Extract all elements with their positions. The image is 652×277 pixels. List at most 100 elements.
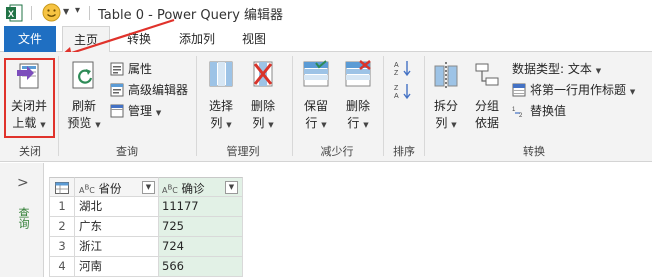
group-label-transform: 转换 — [523, 145, 545, 158]
svg-text:A: A — [394, 62, 399, 69]
split-column-button[interactable]: 拆分 列 ▼ — [428, 58, 464, 136]
row-index: 2 — [49, 217, 75, 237]
remove-rows-label-line2: 行 ▼ — [339, 115, 377, 133]
replace-values-icon: 12 — [512, 107, 523, 118]
choose-columns-icon — [209, 61, 233, 87]
row-index: 3 — [49, 237, 75, 257]
row-index: 4 — [49, 257, 75, 277]
choose-columns-button[interactable]: 选择 列 ▼ — [202, 58, 240, 136]
svg-text:Z: Z — [394, 85, 399, 92]
annotation-highlight-box — [4, 58, 55, 138]
use-first-row-icon — [512, 83, 526, 97]
split-column-label-line2: 列 ▼ — [428, 115, 464, 133]
advanced-editor-label: 高级编辑器 — [128, 83, 189, 97]
properties-label: 属性 — [128, 62, 153, 76]
choose-columns-label-text: 列 — [210, 116, 223, 130]
data-type-label: 数据类型: 文本 — [512, 62, 592, 76]
sort-descending-icon[interactable]: Z A — [393, 82, 415, 100]
column-header-label: 省份 — [98, 181, 122, 196]
tab-view[interactable]: 视图 — [232, 26, 276, 52]
split-column-label-text: 列 — [435, 116, 448, 130]
split-column-icon — [434, 62, 458, 88]
keep-rows-icon — [303, 60, 329, 87]
sort-ascending-icon[interactable]: A Z — [393, 59, 415, 77]
chevron-down-icon: ▼ — [321, 121, 327, 129]
refresh-label-text: 预览 — [67, 116, 92, 130]
svg-text:2: 2 — [519, 113, 523, 118]
tab-file[interactable]: 文件 — [4, 26, 56, 52]
remove-columns-icon — [253, 61, 273, 87]
queries-pane: > 查询 — [0, 163, 44, 277]
group-label-query: 查询 — [116, 145, 138, 158]
confirmed-cell[interactable]: 566 — [159, 257, 243, 277]
advanced-editor-icon — [110, 83, 124, 97]
group-label-manage-columns: 管理列 — [226, 145, 260, 158]
table-header-row: ABC 省份 ▼ ABC 确诊 ▼ — [49, 177, 243, 197]
group-by-label-line2: 依据 — [474, 116, 499, 130]
province-cell[interactable]: 浙江 — [75, 237, 159, 257]
keep-rows-button[interactable]: 保留 行 ▼ — [297, 58, 335, 136]
column-header-confirmed[interactable]: ABC 确诊 ▼ — [159, 177, 243, 197]
choose-columns-label-line1: 选择 — [208, 99, 233, 113]
keep-rows-label-line2: 行 ▼ — [297, 115, 335, 133]
confirmed-cell[interactable]: 724 — [159, 237, 243, 257]
table-row: 3 浙江 724 — [49, 237, 243, 257]
confirmed-cell[interactable]: 11177 — [159, 197, 243, 217]
group-divider — [383, 56, 384, 156]
toolbar-divider — [31, 6, 32, 20]
group-by-label-line1: 分组 — [474, 99, 499, 113]
group-label-reduce-rows: 减少行 — [320, 145, 354, 158]
refresh-icon — [72, 61, 94, 89]
svg-text:1: 1 — [512, 107, 516, 113]
chevron-down-icon: ▼ — [95, 121, 101, 129]
remove-rows-label-line1: 删除 — [345, 99, 370, 113]
excel-icon[interactable]: X — [6, 4, 23, 22]
group-by-icon — [475, 63, 499, 86]
group-by-button[interactable]: 分组 依据 — [468, 58, 506, 136]
chevron-down-icon: ▼ — [226, 121, 232, 129]
table-icon — [55, 182, 69, 194]
filter-dropdown-icon[interactable]: ▼ — [142, 181, 155, 194]
remove-columns-label-text: 列 — [252, 116, 265, 130]
svg-text:A: A — [394, 93, 399, 100]
use-first-row-label-text: 将第一行用作标题 — [530, 83, 627, 97]
chevron-down-icon: ▼ — [268, 121, 274, 129]
chevron-down-icon: ▼ — [155, 109, 162, 117]
remove-rows-icon — [345, 60, 371, 87]
column-header-province[interactable]: ABC 省份 ▼ — [75, 177, 159, 197]
replace-values-label: 替换值 — [530, 104, 567, 118]
properties-icon — [110, 62, 124, 76]
chevron-right-icon[interactable]: > — [17, 175, 29, 191]
split-column-label-line1: 拆分 — [433, 99, 458, 113]
ribbon-home: 关闭并 上载 ▼ 关闭 刷新 预览 ▼ 属性 高级编辑器 管理 ▼ 查询 选择 — [0, 52, 652, 162]
province-cell[interactable]: 湖北 — [75, 197, 159, 217]
column-header-label: 确诊 — [181, 181, 205, 196]
province-cell[interactable]: 河南 — [75, 257, 159, 277]
keep-rows-label-text: 行 — [305, 116, 318, 130]
refresh-preview-button[interactable]: 刷新 预览 ▼ — [63, 58, 105, 136]
group-divider — [424, 56, 425, 156]
confirmed-cell[interactable]: 725 — [159, 217, 243, 237]
table-row: 2 广东 725 — [49, 217, 243, 237]
remove-columns-label-line2: 列 ▼ — [244, 115, 282, 133]
table-menu-cell[interactable] — [49, 177, 75, 197]
filter-dropdown-icon[interactable]: ▼ — [225, 181, 238, 194]
group-divider — [58, 56, 59, 156]
chevron-down-icon: ▼ — [595, 67, 602, 75]
data-type-dropdown[interactable]: 数据类型: 文本 ▼ — [512, 60, 601, 78]
text-type-icon: ABC — [162, 183, 178, 195]
remove-rows-button[interactable]: 删除 行 ▼ — [339, 58, 377, 136]
queries-pane-label[interactable]: 查询 — [15, 207, 31, 229]
chevron-down-icon: ▼ — [363, 121, 369, 129]
remove-columns-label-line1: 删除 — [250, 99, 275, 113]
province-cell[interactable]: 广东 — [75, 217, 159, 237]
table-row: 1 湖北 11177 — [49, 197, 243, 217]
manage-label: 管理 ▼ — [128, 102, 161, 122]
chevron-down-icon: ▼ — [451, 121, 457, 129]
remove-columns-button[interactable]: 删除 列 ▼ — [244, 58, 282, 136]
chevron-down-icon: ▼ — [629, 88, 636, 96]
group-label-sort: 排序 — [393, 145, 415, 158]
remove-rows-label-text: 行 — [347, 116, 360, 130]
svg-text:Z: Z — [394, 70, 399, 77]
group-divider — [292, 56, 293, 156]
